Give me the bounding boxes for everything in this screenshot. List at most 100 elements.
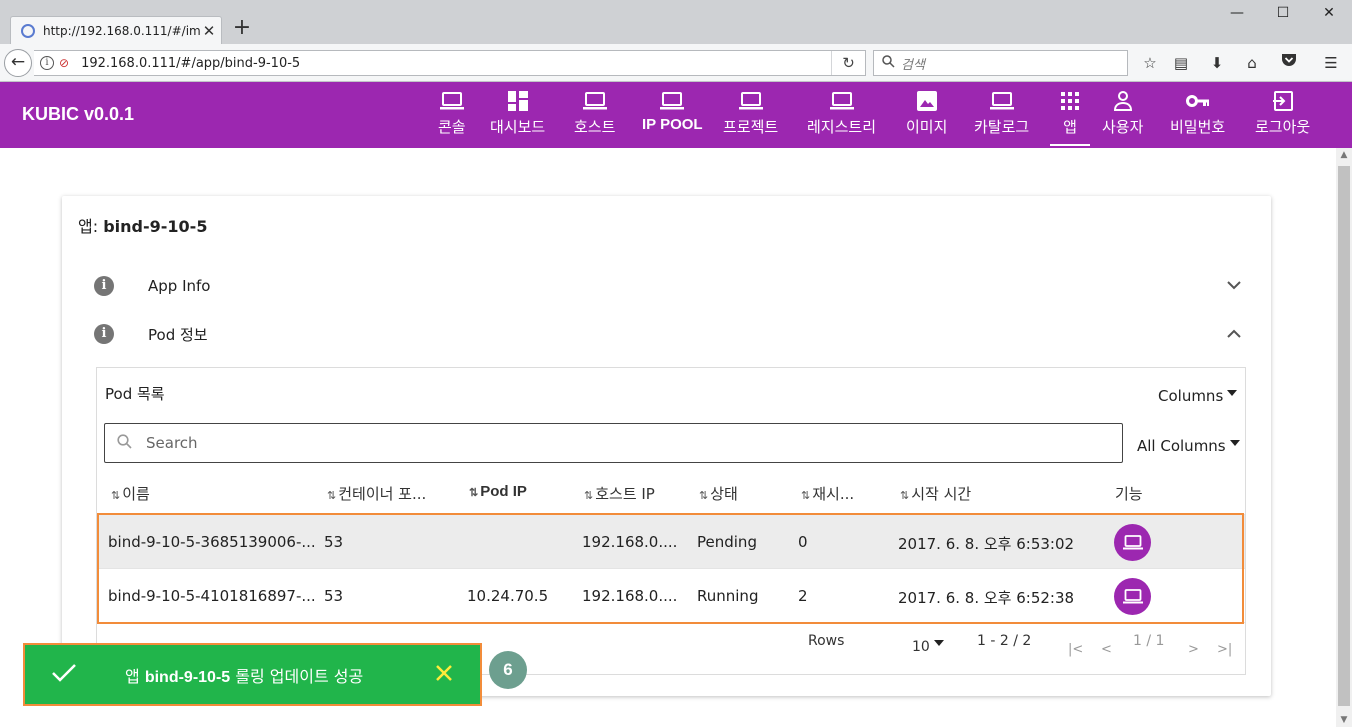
table-row[interactable]: bind-9-10-5-3685139006-... 53 192.168.0.… — [97, 514, 1245, 568]
nav-dashboard[interactable]: 대시보드 — [490, 90, 545, 144]
toast-close-icon[interactable] — [434, 662, 454, 687]
laptop-icon — [1122, 589, 1143, 604]
last-page-icon[interactable]: >| — [1217, 642, 1232, 657]
caret-down-icon — [1227, 389, 1238, 396]
scrollbar-thumb[interactable] — [1338, 166, 1350, 706]
chevron-down-icon[interactable] — [1224, 278, 1244, 294]
url-text[interactable]: 192.168.0.111/#/app/bind-9-10-5 — [81, 56, 831, 71]
browser-tab[interactable]: http://192.168.0.111/#/imag ✕ — [10, 16, 222, 44]
laptop-icon — [582, 90, 607, 112]
nav-users[interactable]: 사용자 — [1102, 90, 1143, 144]
cell-pod-ip: 10.24.70.5 — [467, 587, 549, 605]
col-header-container-port[interactable]: ⇅ 컨테이너 포... — [327, 483, 426, 504]
nav-images[interactable]: 이미지 — [906, 90, 947, 144]
toast-message: 앱 bind-9-10-5 롤링 업데이트 성공 — [125, 666, 364, 686]
app-detail-card: 앱: bind-9-10-5 i App Info i Pod 정보 Pod 목… — [62, 196, 1271, 696]
col-header-actions: 기능 — [1115, 485, 1143, 503]
col-header-pod-ip[interactable]: ⇅ Pod IP — [469, 483, 527, 500]
col-header-start-time[interactable]: ⇅ 시작 시간 — [900, 483, 971, 504]
reload-icon[interactable]: ↻ — [831, 51, 865, 75]
tracking-shield-icon[interactable]: ⊘ — [59, 56, 69, 70]
col-header-restarts[interactable]: ⇅ 재시... — [801, 483, 854, 504]
nav-ip-pool[interactable]: IP POOL — [642, 90, 703, 144]
laptop-icon — [738, 90, 763, 112]
laptop-icon — [1122, 535, 1143, 550]
filter-columns-dropdown[interactable]: All Columns — [1137, 437, 1240, 455]
browser-search-input[interactable]: 검색 — [873, 50, 1128, 76]
sort-icon: ⇅ — [699, 489, 709, 502]
sort-icon: ⇅ — [584, 489, 594, 502]
brand-title: KUBIC v0.0.1 — [22, 104, 135, 124]
cell-port: 53 — [324, 533, 344, 551]
columns-dropdown[interactable]: Columns — [1158, 387, 1238, 405]
panel-label: App Info — [148, 277, 211, 295]
chevron-up-icon[interactable] — [1224, 326, 1244, 342]
rows-label: Rows — [808, 633, 845, 649]
pocket-icon[interactable] — [1278, 52, 1300, 74]
address-bar[interactable]: i ⊘ 192.168.0.111/#/app/bind-9-10-5 ↻ — [34, 50, 866, 76]
step-badge: 6 — [489, 651, 527, 689]
person-icon — [1111, 90, 1135, 112]
panel-pod-info[interactable]: i Pod 정보 — [94, 314, 1244, 354]
nav-logout[interactable]: 로그아웃 — [1255, 90, 1310, 144]
nav-projects[interactable]: 프로젝트 — [723, 90, 778, 144]
col-header-name[interactable]: ⇅ 이름 — [111, 483, 150, 504]
bookmark-star-icon[interactable]: ☆ — [1139, 52, 1161, 74]
pod-table-container: Pod 목록 Columns All Columns ⇅이름 ⇅컨테이너 포..… — [96, 367, 1246, 675]
back-icon[interactable]: ← — [4, 49, 32, 77]
browser-navbar: ← i ⊘ 192.168.0.111/#/app/bind-9-10-5 ↻ … — [0, 44, 1352, 82]
nav-catalog[interactable]: 카탈로그 — [974, 90, 1029, 144]
console-button[interactable] — [1114, 524, 1151, 561]
tab-close-icon[interactable]: ✕ — [201, 22, 217, 40]
rows-per-page-select[interactable]: 10 — [912, 637, 944, 655]
nav-hosts[interactable]: 호스트 — [574, 90, 615, 144]
favicon-icon — [21, 23, 35, 38]
nav-console[interactable]: 콘솔 — [438, 90, 466, 144]
nav-label: 대시보드 — [490, 118, 546, 136]
table-row[interactable]: bind-9-10-5-4101816897-... 53 10.24.70.5… — [97, 568, 1245, 622]
cell-host-ip: 192.168.0.... — [582, 533, 678, 551]
site-info-icon[interactable]: i — [40, 56, 54, 70]
col-header-status[interactable]: ⇅ 상태 — [699, 483, 738, 504]
pod-list-title: Pod 목록 — [105, 385, 165, 403]
scroll-up-icon[interactable]: ▲ — [1336, 150, 1352, 160]
hamburger-menu-icon[interactable]: ☰ — [1320, 52, 1342, 74]
console-button[interactable] — [1114, 578, 1151, 615]
nav-apps[interactable]: 앱 — [1050, 90, 1090, 146]
pod-search-box[interactable] — [104, 423, 1123, 463]
reading-list-icon[interactable]: ▤ — [1170, 52, 1192, 74]
laptop-icon — [989, 90, 1014, 112]
table-divider — [97, 622, 1245, 623]
next-page-icon[interactable]: > — [1188, 642, 1199, 657]
nav-label: 콘솔 — [438, 118, 466, 136]
cell-status: Running — [697, 587, 759, 605]
tab-title: http://192.168.0.111/#/imag — [43, 23, 201, 38]
window-close-icon[interactable]: ✕ — [1306, 0, 1352, 26]
first-page-icon[interactable]: |< — [1068, 642, 1083, 657]
nav-registry[interactable]: 레지스트리 — [807, 90, 876, 144]
page-scrollbar[interactable]: ▲ ▼ — [1336, 148, 1352, 727]
nav-label: 비밀번호 — [1170, 118, 1226, 136]
maximize-icon[interactable]: ☐ — [1260, 0, 1306, 26]
pod-search-input[interactable] — [146, 434, 1122, 452]
download-icon[interactable]: ⬇ — [1206, 52, 1228, 74]
scroll-down-icon[interactable]: ▼ — [1336, 715, 1352, 725]
cell-status: Pending — [697, 533, 757, 551]
nav-label: 이미지 — [906, 118, 948, 136]
nav-password[interactable]: 비밀번호 — [1170, 90, 1225, 144]
panel-app-info[interactable]: i App Info — [94, 266, 1244, 306]
caret-down-icon — [1229, 439, 1240, 446]
cell-start-time: 2017. 6. 8. 오후 6:53:02 — [898, 535, 1075, 553]
cell-name: bind-9-10-5-3685139006-... — [108, 533, 316, 551]
new-tab-button[interactable]: + — [230, 16, 254, 42]
nav-label: 호스트 — [574, 118, 616, 136]
title-prefix: 앱: — [78, 217, 99, 236]
col-header-host-ip[interactable]: ⇅ 호스트 IP — [584, 483, 655, 504]
caret-down-icon — [933, 639, 944, 646]
cell-start-time: 2017. 6. 8. 오후 6:52:38 — [898, 589, 1075, 607]
cell-name: bind-9-10-5-4101816897-... — [108, 587, 316, 605]
home-icon[interactable]: ⌂ — [1241, 52, 1263, 74]
prev-page-icon[interactable]: < — [1101, 642, 1112, 657]
minimize-icon[interactable]: — — [1214, 0, 1260, 26]
laptop-icon — [829, 90, 854, 112]
